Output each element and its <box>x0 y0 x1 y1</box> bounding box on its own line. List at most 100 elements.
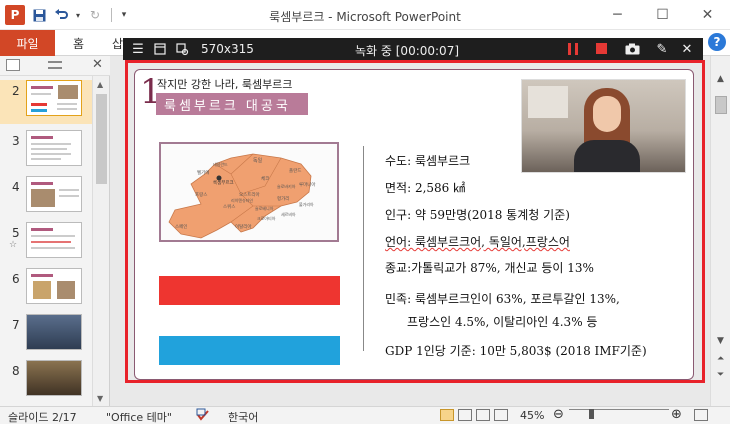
info-gdp: GDP 1인당 기준: 10만 5,803$ (2018 IMF기준) <box>385 344 647 358</box>
tab-home[interactable]: 홈 <box>73 35 84 52</box>
slide-thumbnail-item[interactable]: 7 <box>0 314 92 358</box>
help-icon[interactable]: ? <box>708 33 726 51</box>
window-controls: ─ ☐ ✕ <box>595 0 730 30</box>
recording-status: 녹화 중 [00:00:07] <box>355 44 460 58</box>
zoom-out-button[interactable]: ⊖ <box>553 407 564 422</box>
menu-icon[interactable]: ☰ <box>129 40 147 58</box>
camera-icon[interactable] <box>623 40 641 58</box>
normal-view-icon[interactable] <box>440 409 454 421</box>
slide-number: 4 <box>12 180 20 194</box>
slide-thumbnail[interactable] <box>26 314 82 350</box>
zoom-slider-knob[interactable] <box>589 409 594 419</box>
status-bar: 슬라이드 2/17 "Office 테마" 한국어 45% ⊖ ⊕ <box>0 406 730 424</box>
scroll-down-icon[interactable]: ▼ <box>97 394 103 403</box>
fit-slide-icon[interactable] <box>694 409 708 421</box>
close-recorder-icon[interactable]: ✕ <box>678 40 696 58</box>
outline-view-icon[interactable] <box>48 61 62 69</box>
europe-map-image: 독일 룩셈부르크 벨기에 프랑스 스위스 오스트리아 리히텐슈타인 슬로베니아 … <box>159 142 339 242</box>
slide-thumbnail-item[interactable]: 6 <box>0 268 92 312</box>
map-label: 벨기에 <box>197 169 209 176</box>
slide-thumbnail[interactable] <box>26 268 82 304</box>
editor-scrollbar[interactable]: ▲ ▼ ⏶ ⏷ <box>710 56 730 406</box>
slide-thumbnail[interactable] <box>26 80 82 116</box>
scroll-down-icon[interactable]: ▼ <box>717 336 724 346</box>
previous-slide-icon[interactable]: ⏶ <box>717 354 724 364</box>
map-label: 룩셈부르크 <box>213 179 234 186</box>
slide-thumbnail-item[interactable]: 4 <box>0 176 92 220</box>
slide-number: 7 <box>12 318 20 332</box>
maximize-button[interactable]: ☐ <box>640 0 685 30</box>
info-ethnicity-line2: 프랑스인 4.5%, 이탈리아인 4.3% 등 <box>407 315 598 329</box>
map-label: 스페인 <box>175 223 187 230</box>
map-label: 네덜란드 <box>213 161 228 167</box>
map-label: 이탈리아 <box>235 223 252 230</box>
map-label: 오스트리아 <box>239 191 261 198</box>
slide-thumbnail-item[interactable]: 8 <box>0 360 92 404</box>
map-label: 체코 <box>261 175 269 182</box>
map-label: 세르비아 <box>281 211 296 217</box>
info-religion: 종교:가톨릭교가 87%, 개신교 등이 13% <box>385 261 594 275</box>
slide-number: 5 <box>12 226 20 240</box>
scroll-thumb[interactable] <box>96 94 107 184</box>
slide-thumbnail[interactable] <box>26 176 82 212</box>
pen-icon[interactable]: ✎ <box>653 40 671 58</box>
slide-sorter-view-icon[interactable] <box>458 409 472 421</box>
stop-icon[interactable] <box>596 43 607 54</box>
slideshow-view-icon[interactable] <box>494 409 508 421</box>
slide-number: 3 <box>12 134 20 148</box>
slide-thumbnail[interactable] <box>26 222 82 258</box>
next-slide-icon[interactable]: ⏷ <box>717 370 724 380</box>
webcam-overlay <box>521 79 686 173</box>
scroll-up-icon[interactable]: ▲ <box>97 80 103 89</box>
info-area: 면적: 2,586 ㎢ <box>385 181 466 195</box>
flag-red-stripe <box>159 276 340 305</box>
slide-number: 2 <box>12 84 20 98</box>
map-label: 독일 <box>253 157 263 164</box>
screen-recorder-toolbar: ☰ 570x315 녹화 중 [00:00:07] ✎ ✕ <box>123 38 703 60</box>
info-language: 언어: 룩셈부르크어, 독일어,프랑스어 <box>385 235 570 249</box>
map-label: 폴란드 <box>289 167 301 174</box>
flag-blue-stripe <box>159 336 340 365</box>
close-button[interactable]: ✕ <box>685 0 730 30</box>
spellcheck-icon[interactable] <box>196 408 210 422</box>
tab-file[interactable]: 파일 <box>0 30 55 56</box>
tab-insert[interactable]: 삽 <box>112 35 123 52</box>
slides-view-icon[interactable] <box>6 59 20 71</box>
slide-counter: 슬라이드 2/17 <box>8 411 77 424</box>
slide-canvas[interactable]: 1 작지만 강한 나라, 룩셈부르크 룩셈부르크 대공국 독일 룩셈부르크 벨기… <box>134 69 694 380</box>
scroll-up-icon[interactable]: ▲ <box>717 74 724 84</box>
map-label: 프랑스 <box>195 191 207 198</box>
minimize-button[interactable]: ─ <box>595 0 640 30</box>
language-indicator[interactable]: 한국어 <box>228 409 258 424</box>
slide-thumbnail[interactable] <box>26 130 82 166</box>
thumbnail-pane-header: ✕ <box>0 56 110 76</box>
content-divider <box>363 146 364 351</box>
slide-subtitle: 작지만 강한 나라, 룩셈부르크 <box>157 78 293 91</box>
title-bar: P ▾ ↻ ▾ 룩셈부르크 - Microsoft PowerPoint ─ ☐… <box>0 0 730 30</box>
scroll-thumb[interactable] <box>715 96 727 114</box>
zoom-slider-track[interactable] <box>569 409 669 410</box>
close-pane-icon[interactable]: ✕ <box>92 57 103 72</box>
map-label: 불가리아 <box>299 201 314 207</box>
slide-thumbnail-item[interactable]: 5 ☆ <box>0 222 92 266</box>
slide-thumbnail-item[interactable]: 3 <box>0 130 92 174</box>
thumbnail-pane-scrollbar[interactable]: ▲ ▼ <box>92 76 109 406</box>
theme-name: "Office 테마" <box>106 411 172 424</box>
map-label: 헝가리 <box>277 195 289 202</box>
recording-size: 570x315 <box>201 42 254 56</box>
map-label: 리히텐슈타인 <box>231 197 253 203</box>
info-population: 인구: 약 59만명(2018 통계청 기준) <box>385 208 570 222</box>
region-select-icon[interactable] <box>173 40 191 58</box>
window-frame-icon[interactable] <box>151 40 169 58</box>
zoom-level[interactable]: 45% <box>520 409 544 422</box>
map-label: 슬로베니아 <box>255 205 274 211</box>
reading-view-icon[interactable] <box>476 409 490 421</box>
zoom-in-button[interactable]: ⊕ <box>671 407 682 422</box>
slide-thumbnail-item[interactable]: 2 <box>0 80 92 124</box>
slide-thumbnail[interactable] <box>26 360 82 396</box>
info-ethnicity-line1: 민족: 룩셈부르크인이 63%, 포르투갈인 13%, <box>385 292 620 306</box>
animation-star-icon: ☆ <box>9 240 18 250</box>
slide-number: 6 <box>12 272 20 286</box>
pause-icon[interactable] <box>568 43 578 55</box>
map-label: 루마니아 <box>299 181 316 188</box>
